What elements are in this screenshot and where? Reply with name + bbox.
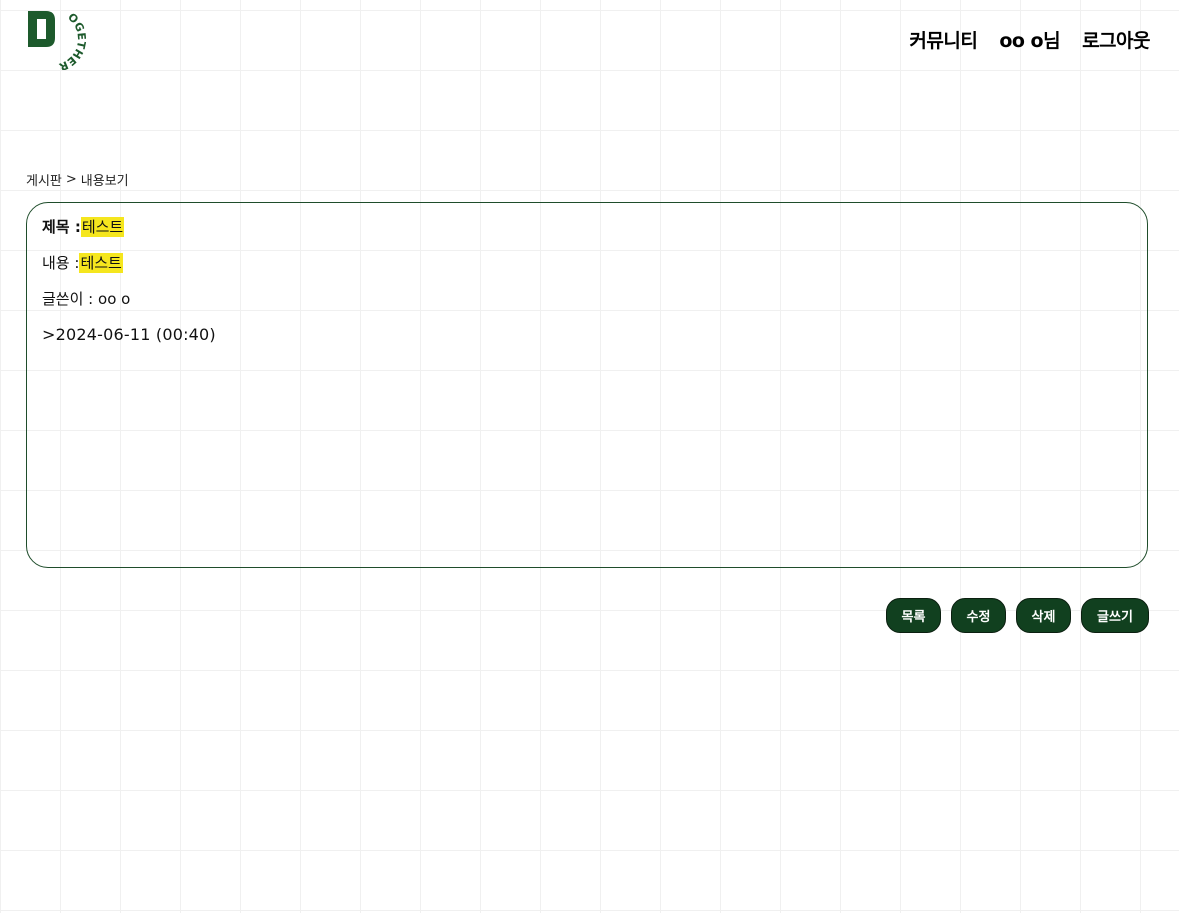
delete-button[interactable]: 삭제 [1016,598,1071,633]
logo-mark: OGETHER [28,11,88,74]
post-author-label: 글쓴이 : [42,290,94,308]
header: OGETHER 커뮤니티 oo o님 로그아웃 [0,0,1179,80]
edit-button[interactable]: 수정 [951,598,1006,633]
post-detail-card: 제목 : 테스트 내용 : 테스트 글쓴이 : oo o >2024-06-11 (… [26,202,1148,568]
nav-logout-link[interactable]: 로그아웃 [1082,26,1150,53]
top-nav: 커뮤니티 oo o님 로그아웃 [909,26,1150,53]
nav-community-link[interactable]: 커뮤니티 [909,26,977,53]
post-title-label: 제목 : [42,218,81,236]
breadcrumb-board-link[interactable]: 게시판 [26,170,62,189]
post-title-value: 테스트 [80,217,125,237]
post-author-value: oo o [98,290,131,308]
post-content-row: 내용 : 테스트 [42,253,1132,273]
breadcrumb-separator: > [65,172,77,187]
post-author-row: 글쓴이 : oo o [42,289,1132,309]
post-title-row: 제목 : 테스트 [42,217,1132,237]
svg-text:OGETHER: OGETHER [57,11,86,70]
breadcrumb-current: 내용보기 [80,174,129,189]
post-actions: 목록 수정 삭제 글쓰기 [886,598,1149,633]
nav-user-name[interactable]: oo o님 [999,26,1060,53]
breadcrumb: 게시판 > 내용보기 [26,170,129,189]
write-button[interactable]: 글쓰기 [1081,598,1149,633]
post-content-label: 내용 : [42,254,80,272]
post-content-value: 테스트 [79,253,123,273]
post-date: >2024-06-11 (00:40) [42,325,216,344]
logo-arc-text: OGETHER [57,11,88,74]
list-button[interactable]: 목록 [886,598,941,633]
logo[interactable]: OGETHER [24,4,88,74]
